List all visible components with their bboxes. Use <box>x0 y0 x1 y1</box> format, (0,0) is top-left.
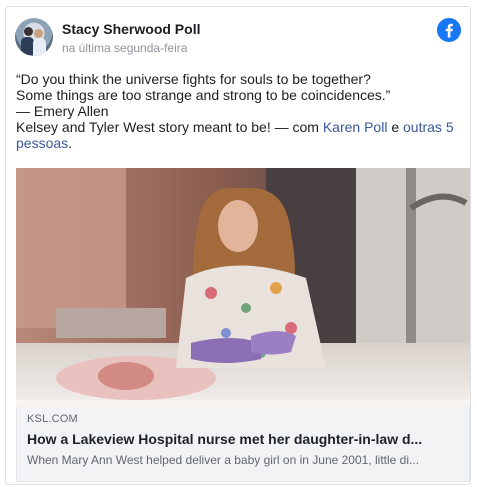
tag-end: . <box>68 135 73 151</box>
story-text: Kelsey and Tyler West story meant to be! <box>16 119 271 135</box>
with-prefix: — com <box>270 119 323 135</box>
author-name[interactable]: Stacy Sherwood Poll <box>62 21 200 37</box>
author-avatar[interactable] <box>15 18 53 56</box>
link-preview-meta[interactable]: KSL.COM How a Lakeview Hospital nurse me… <box>16 406 470 482</box>
tag-connector: e <box>387 119 404 135</box>
link-preview-image[interactable] <box>16 168 470 406</box>
facebook-post-card: Stacy Sherwood Poll na última segunda-fe… <box>5 6 471 485</box>
tagged-person-link[interactable]: Karen Poll <box>323 119 388 135</box>
post-message: “Do you think the universe fights for so… <box>16 71 456 151</box>
link-domain: KSL.COM <box>27 413 78 425</box>
post-header: Stacy Sherwood Poll na última segunda-fe… <box>15 18 461 58</box>
quote-attribution: — Emery Allen <box>16 103 109 119</box>
quote-line-1: “Do you think the universe fights for so… <box>16 71 371 87</box>
link-description: When Mary Ann West helped deliver a baby… <box>27 453 419 467</box>
link-headline[interactable]: How a Lakeview Hospital nurse met her da… <box>27 431 459 447</box>
facebook-icon[interactable] <box>437 18 461 42</box>
quote-line-2: Some things are too strange and strong t… <box>16 87 391 103</box>
post-timestamp[interactable]: na última segunda-feira <box>62 41 187 55</box>
